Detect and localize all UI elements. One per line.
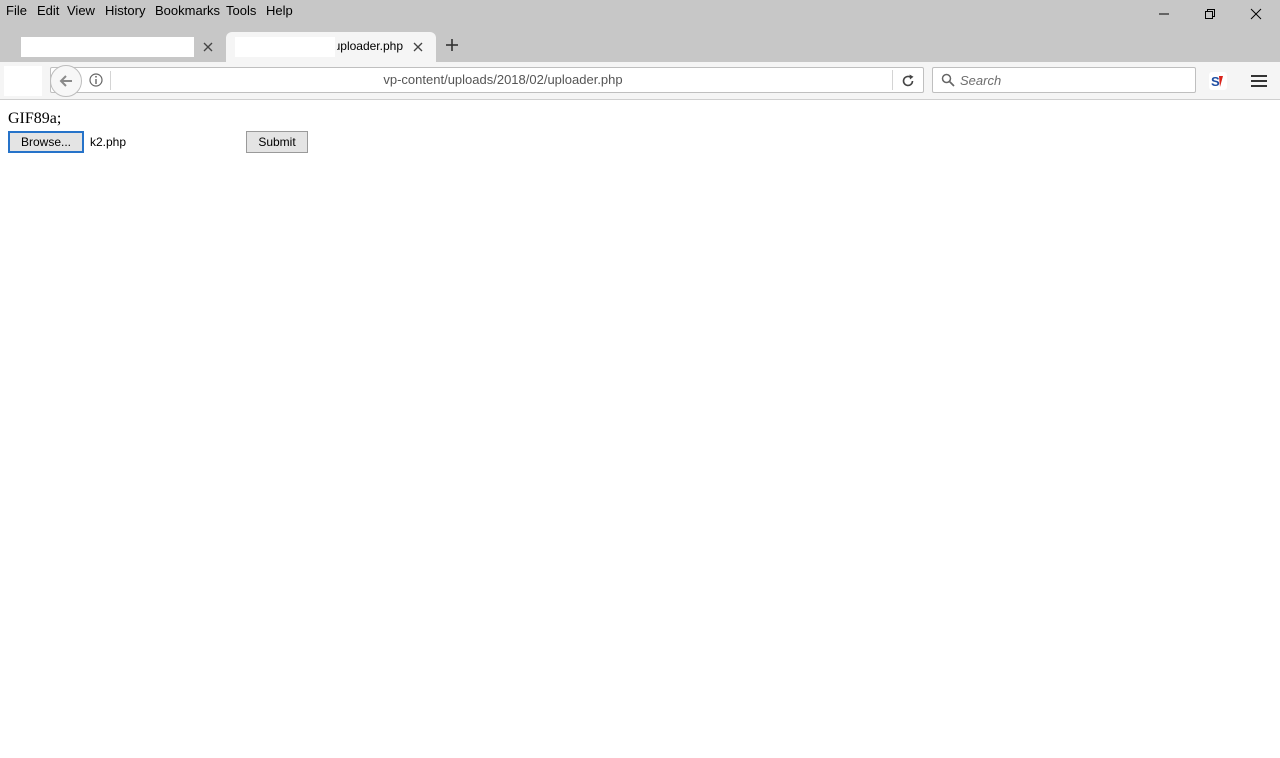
- menu-bookmarks[interactable]: Bookmarks: [155, 3, 220, 18]
- hamburger-menu-icon[interactable]: [1251, 74, 1267, 88]
- minimize-icon: [1159, 13, 1169, 15]
- menu-view[interactable]: View: [67, 3, 95, 18]
- close-icon: [1250, 8, 1262, 20]
- url-separator: [892, 70, 893, 90]
- restore-icon: [1205, 9, 1215, 19]
- tab-title: uploader.php: [337, 39, 403, 53]
- tab-close-icon[interactable]: [411, 40, 425, 54]
- tab-title-redacted: [21, 37, 194, 57]
- search-icon: [941, 73, 955, 87]
- redacted-area: [4, 66, 42, 96]
- menu-history[interactable]: History: [105, 3, 145, 18]
- tab-active[interactable]: uploader.php: [226, 32, 436, 62]
- selected-file-name: k2.php: [90, 135, 127, 149]
- close-window-button[interactable]: [1234, 0, 1280, 28]
- tab-inactive[interactable]: [0, 32, 226, 62]
- reload-icon[interactable]: [900, 73, 916, 89]
- restore-button[interactable]: [1188, 0, 1234, 28]
- minimize-button[interactable]: [1142, 0, 1188, 28]
- tab-strip: uploader.php: [0, 28, 1280, 62]
- nav-bar: vp-content/uploads/2018/02/uploader.php …: [0, 62, 1280, 100]
- menu-file[interactable]: File: [6, 3, 27, 18]
- back-arrow-icon: [59, 75, 72, 87]
- extension-icon[interactable]: S: [1209, 72, 1227, 90]
- url-separator: [110, 71, 111, 90]
- tab-close-icon[interactable]: [201, 40, 215, 54]
- search-placeholder: Search: [960, 73, 1002, 88]
- menu-edit[interactable]: Edit: [37, 3, 59, 18]
- tab-title-redacted: [235, 37, 335, 57]
- back-button[interactable]: [50, 65, 82, 97]
- info-icon[interactable]: [88, 72, 104, 88]
- page-heading: GIF89a;: [8, 110, 62, 127]
- submit-button[interactable]: Submit: [246, 131, 308, 153]
- url-text[interactable]: vp-content/uploads/2018/02/uploader.php: [120, 72, 886, 87]
- menu-help[interactable]: Help: [266, 3, 293, 18]
- menu-tools[interactable]: Tools: [226, 3, 256, 18]
- menu-bar: File Edit View History Bookmarks Tools H…: [0, 0, 1280, 28]
- plus-icon[interactable]: [444, 37, 460, 53]
- svg-text:S: S: [1211, 74, 1220, 89]
- browse-button[interactable]: Browse...: [8, 131, 84, 153]
